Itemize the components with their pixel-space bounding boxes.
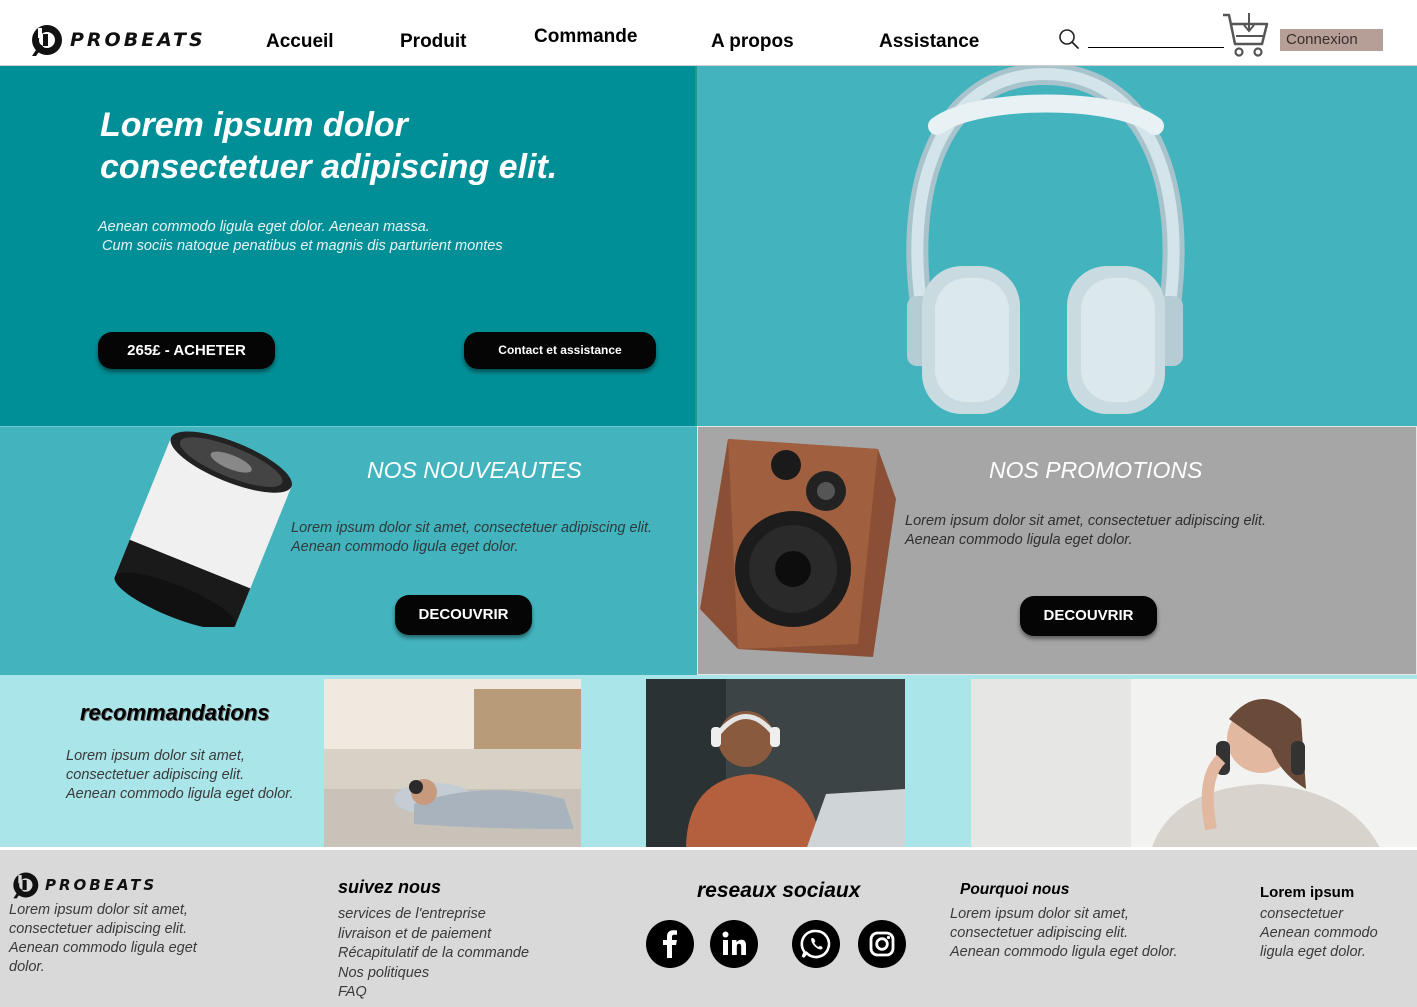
speaker-image	[114, 431, 292, 627]
recommendations-text: Lorem ipsum dolor sit amet, consectetuer…	[66, 748, 294, 802]
buy-button[interactable]: 265£ - ACHETER	[98, 332, 275, 369]
facebook-icon[interactable]	[646, 920, 694, 968]
probeats-logo-icon	[32, 25, 62, 56]
cart-icon[interactable]	[1220, 10, 1270, 60]
search-input[interactable]	[1088, 47, 1224, 48]
hero-image-panel	[697, 62, 1417, 426]
nav-a-propos[interactable]: A propos	[711, 31, 794, 53]
news-title: NOS NOUVEAUTES	[367, 457, 582, 483]
footer-why-text: Lorem ipsum dolor sit amet, consectetuer…	[950, 906, 1178, 960]
footer-follow-links: services de l'entreprise livraison et de…	[338, 905, 529, 1003]
footer-why-title: Pourquoi nous	[960, 881, 1070, 898]
promotions-card: NOS PROMOTIONS Lorem ipsum dolor sit ame…	[697, 426, 1417, 675]
photo-man-laptop-headphones	[646, 679, 905, 850]
footer-link-recapitulatif[interactable]: Récapitulatif de la commande	[338, 944, 529, 964]
recommendations-title: recommandations	[80, 700, 270, 725]
photo-woman-lying-headphones	[324, 679, 581, 850]
new-products-card: NOS NOUVEAUTES Lorem ipsum dolor sit ame…	[0, 426, 697, 675]
footer-social-title: reseaux sociaux	[697, 879, 861, 902]
probeats-logo-icon	[13, 872, 39, 899]
footer-follow-title: suivez nous	[338, 877, 442, 897]
footer-extra-title: Lorem ipsum	[1260, 884, 1355, 901]
footer-link-politiques[interactable]: Nos politiques	[338, 964, 529, 984]
footer-extra-text: consectetuer Aenean commodo ligula eget …	[1260, 906, 1378, 960]
search-icon[interactable]	[1058, 28, 1080, 50]
brand-logo[interactable]: PROBEATS	[28, 22, 206, 58]
footer-about-text: Lorem ipsum dolor sit amet, consectetuer…	[9, 902, 197, 975]
promotions-title: NOS PROMOTIONS	[989, 457, 1203, 483]
instagram-icon[interactable]	[858, 920, 906, 968]
footer-logo[interactable]: PROBEATS	[10, 870, 157, 900]
login-button[interactable]: Connexion	[1280, 29, 1383, 51]
bookshelf-speaker-image	[700, 439, 896, 657]
nav-assistance[interactable]: Assistance	[879, 31, 979, 53]
photo-woman-enjoying-headphones	[971, 679, 1417, 850]
promotions-discover-button[interactable]: DECOUVRIR	[1020, 596, 1157, 636]
headphones-image	[906, 62, 1185, 414]
news-discover-button[interactable]: DECOUVRIR	[395, 595, 532, 635]
nav-commande[interactable]: Commande	[534, 26, 637, 48]
footer-link-faq[interactable]: FAQ	[338, 983, 529, 1003]
nav-accueil[interactable]: Accueil	[266, 31, 334, 53]
hero-subtitle: Aenean commodo ligula eget dolor. Aenean…	[98, 219, 503, 254]
footer-link-services[interactable]: services de l'entreprise	[338, 905, 529, 925]
news-text: Lorem ipsum dolor sit amet, consectetuer…	[291, 520, 653, 555]
contact-button[interactable]: Contact et assistance	[464, 332, 656, 369]
whatsapp-icon[interactable]	[792, 920, 840, 968]
top-navbar: PROBEATS Accueil Produit Commande A prop…	[0, 0, 1417, 66]
promotions-text: Lorem ipsum dolor sit amet, consectetuer…	[905, 513, 1267, 548]
footer	[0, 847, 1417, 1007]
footer-link-livraison[interactable]: livraison et de paiement	[338, 925, 529, 945]
nav-produit[interactable]: Produit	[400, 31, 467, 53]
linkedin-icon[interactable]	[710, 920, 758, 968]
brand-name: PROBEATS	[70, 29, 206, 51]
hero-title: Lorem ipsum dolor consectetuer adipiscin…	[100, 106, 558, 186]
footer-brand-name: PROBEATS	[45, 876, 158, 894]
